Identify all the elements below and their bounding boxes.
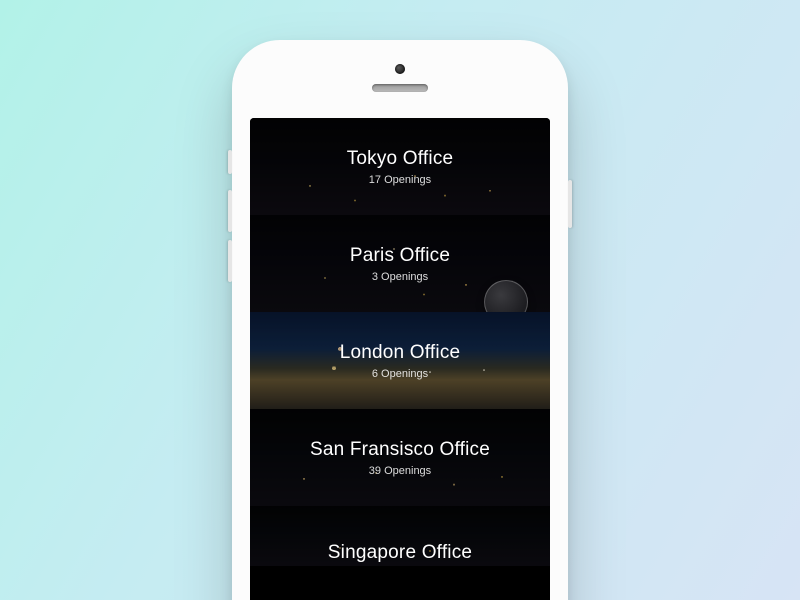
- openings-count: 3 Openings: [372, 271, 428, 283]
- volume-down-button: [228, 240, 232, 282]
- office-row-singapore[interactable]: Singapore Office: [250, 506, 550, 566]
- openings-count: 6 Openings: [372, 368, 428, 380]
- office-row-san-francisco[interactable]: San Fransisco Office 39 Openings: [250, 409, 550, 506]
- front-camera: [395, 64, 405, 74]
- office-title: Paris Office: [350, 245, 450, 267]
- office-title: London Office: [340, 342, 461, 364]
- office-row-london[interactable]: London Office 6 Openings: [250, 312, 550, 409]
- mute-switch: [228, 150, 232, 174]
- office-row-paris[interactable]: Paris Office 3 Openings: [250, 215, 550, 312]
- phone-screen: Tokyo Office 17 Openings Paris Office 3 …: [250, 118, 550, 600]
- openings-count: 17 Openings: [369, 174, 431, 186]
- office-title: Tokyo Office: [347, 148, 454, 170]
- earpiece-speaker: [372, 84, 428, 92]
- office-list[interactable]: Tokyo Office 17 Openings Paris Office 3 …: [250, 118, 550, 600]
- phone-device-frame: Tokyo Office 17 Openings Paris Office 3 …: [232, 40, 568, 600]
- office-title: Singapore Office: [328, 542, 472, 564]
- power-button: [568, 180, 572, 228]
- office-title: San Fransisco Office: [310, 439, 490, 461]
- openings-count: 39 Openings: [369, 465, 431, 477]
- office-row-tokyo[interactable]: Tokyo Office 17 Openings: [250, 118, 550, 215]
- volume-up-button: [228, 190, 232, 232]
